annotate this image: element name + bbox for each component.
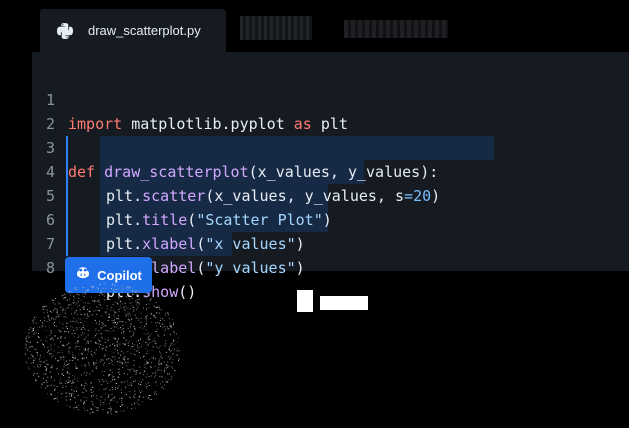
white-block	[297, 290, 313, 312]
screenshot-stage: draw_scatterplot.py 1 import matplotlib.…	[0, 0, 629, 428]
blurred-tab-1	[240, 16, 312, 40]
code-line[interactable]: 6 plt.xlabel("x values")	[32, 184, 629, 253]
python-icon	[56, 22, 74, 40]
tab-label: draw_scatterplot.py	[88, 23, 201, 38]
selection-gutter-bar	[66, 136, 68, 256]
tab-bar: draw_scatterplot.py	[0, 0, 629, 52]
code-line[interactable]: 4 plt.scatter(x_values, y_values, s=20)	[32, 136, 629, 205]
tab-draw-scatterplot[interactable]: draw_scatterplot.py	[40, 9, 226, 52]
code-editor[interactable]: 1 import matplotlib.pyplot as plt 2 3 de…	[32, 52, 629, 301]
code-line[interactable]: 3 def draw_scatterplot(x_values, y_value…	[32, 112, 629, 181]
blurred-tab-2	[344, 20, 448, 38]
dotted-noise-cloud	[24, 283, 180, 415]
white-bar	[320, 296, 368, 310]
code-line[interactable]: 7 plt.ylabel("y values")	[32, 208, 629, 277]
code-line[interactable]: 8 plt.show()	[32, 232, 629, 301]
code-line[interactable]: 5 plt.title("Scatter Plot")	[32, 160, 629, 229]
line-number: 8	[46, 259, 56, 277]
code-line[interactable]: 1 import matplotlib.pyplot as plt	[32, 64, 629, 133]
code-line[interactable]: 2	[32, 88, 629, 133]
